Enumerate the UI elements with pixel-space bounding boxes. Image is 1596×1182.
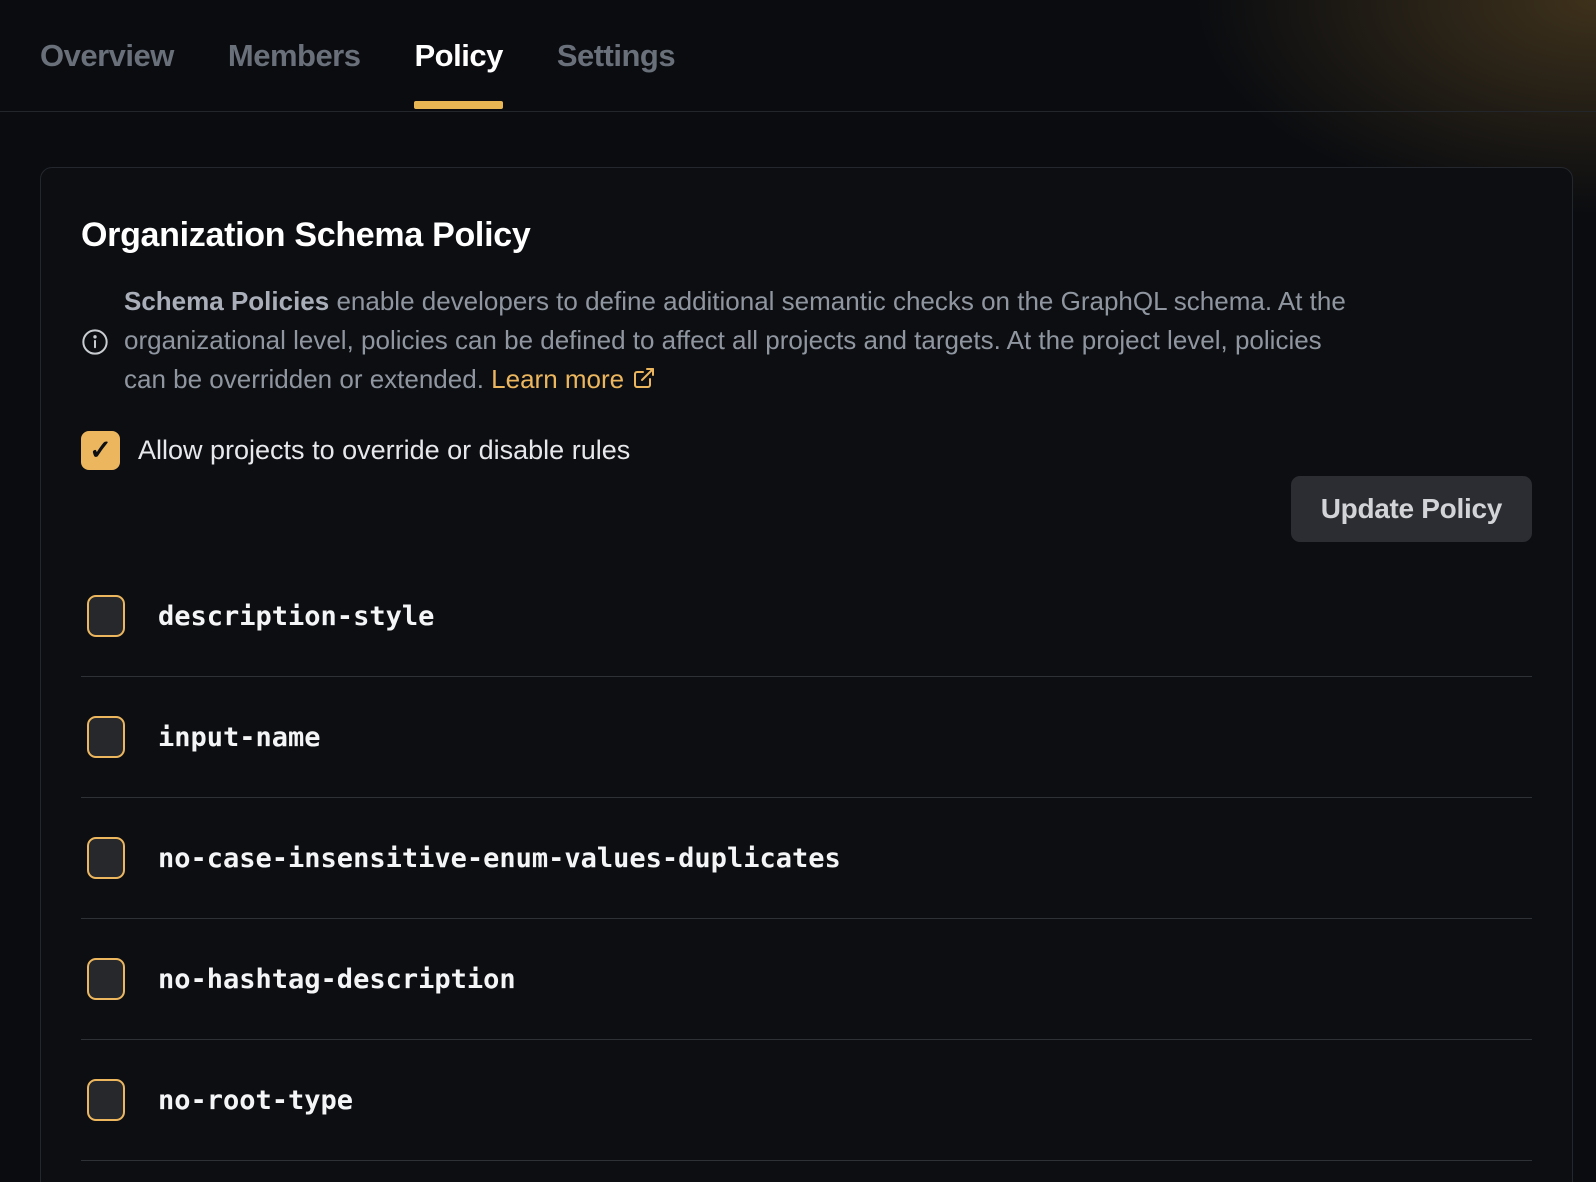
rule-name: input-name bbox=[158, 722, 321, 753]
description-line-1: Schema Policies enable developers to def… bbox=[124, 282, 1346, 321]
schema-policy-card: Organization Schema Policy Schema Polici… bbox=[40, 167, 1573, 1182]
update-policy-row: Update Policy bbox=[81, 476, 1532, 542]
active-tab-underline bbox=[414, 101, 502, 109]
rule-row-description-style[interactable]: description-style bbox=[81, 556, 1532, 677]
description-line-1-rest: enable developers to define additional s… bbox=[329, 286, 1346, 316]
rule-name: no-case-insensitive-enum-values-duplicat… bbox=[158, 843, 841, 874]
rule-row-no-case-insensitive-enum-values-duplicates[interactable]: no-case-insensitive-enum-values-duplicat… bbox=[81, 798, 1532, 919]
learn-more-label: Learn more bbox=[491, 364, 624, 394]
allow-override-row: ✓ Allow projects to override or disable … bbox=[81, 431, 1532, 470]
rule-checkbox[interactable] bbox=[87, 958, 125, 1000]
learn-more-link[interactable]: Learn more bbox=[491, 364, 656, 394]
policy-description: Schema Policies enable developers to def… bbox=[81, 282, 1532, 401]
allow-override-label[interactable]: Allow projects to override or disable ru… bbox=[138, 435, 630, 466]
update-policy-button[interactable]: Update Policy bbox=[1291, 476, 1532, 542]
tab-overview[interactable]: Overview bbox=[40, 0, 174, 111]
description-line-3-text: can be overridden or extended. bbox=[124, 364, 484, 394]
rule-row-no-root-type[interactable]: no-root-type bbox=[81, 1040, 1532, 1161]
tab-settings-label: Settings bbox=[557, 38, 675, 74]
tab-policy[interactable]: Policy bbox=[414, 0, 502, 111]
tab-policy-label: Policy bbox=[414, 38, 502, 74]
info-icon bbox=[81, 328, 109, 356]
page-title: Organization Schema Policy bbox=[81, 216, 1532, 255]
tab-overview-label: Overview bbox=[40, 38, 174, 74]
tab-settings[interactable]: Settings bbox=[557, 0, 675, 111]
description-line-2: organizational level, policies can be de… bbox=[124, 321, 1346, 360]
rule-checkbox[interactable] bbox=[87, 595, 125, 637]
allow-override-checkbox[interactable]: ✓ bbox=[81, 431, 120, 470]
rule-name: description-style bbox=[158, 601, 434, 632]
rule-row-input-name[interactable]: input-name bbox=[81, 677, 1532, 798]
tab-members[interactable]: Members bbox=[228, 0, 361, 111]
tab-members-label: Members bbox=[228, 38, 361, 74]
rule-checkbox[interactable] bbox=[87, 837, 125, 879]
check-icon: ✓ bbox=[89, 435, 112, 466]
description-line-3: can be overridden or extended. Learn mor… bbox=[124, 360, 1346, 401]
rule-row-no-hashtag-description[interactable]: no-hashtag-description bbox=[81, 919, 1532, 1040]
rule-checkbox[interactable] bbox=[87, 716, 125, 758]
rule-name: no-root-type bbox=[158, 1085, 353, 1116]
external-link-icon bbox=[632, 362, 656, 401]
rule-name: no-hashtag-description bbox=[158, 964, 516, 995]
rule-checkbox[interactable] bbox=[87, 1079, 125, 1121]
rules-list: description-style input-name no-case-ins… bbox=[81, 556, 1532, 1161]
description-bold-lead: Schema Policies bbox=[124, 286, 329, 316]
description-text: Schema Policies enable developers to def… bbox=[124, 282, 1346, 401]
org-tabbar: Overview Members Policy Settings bbox=[0, 0, 1596, 112]
